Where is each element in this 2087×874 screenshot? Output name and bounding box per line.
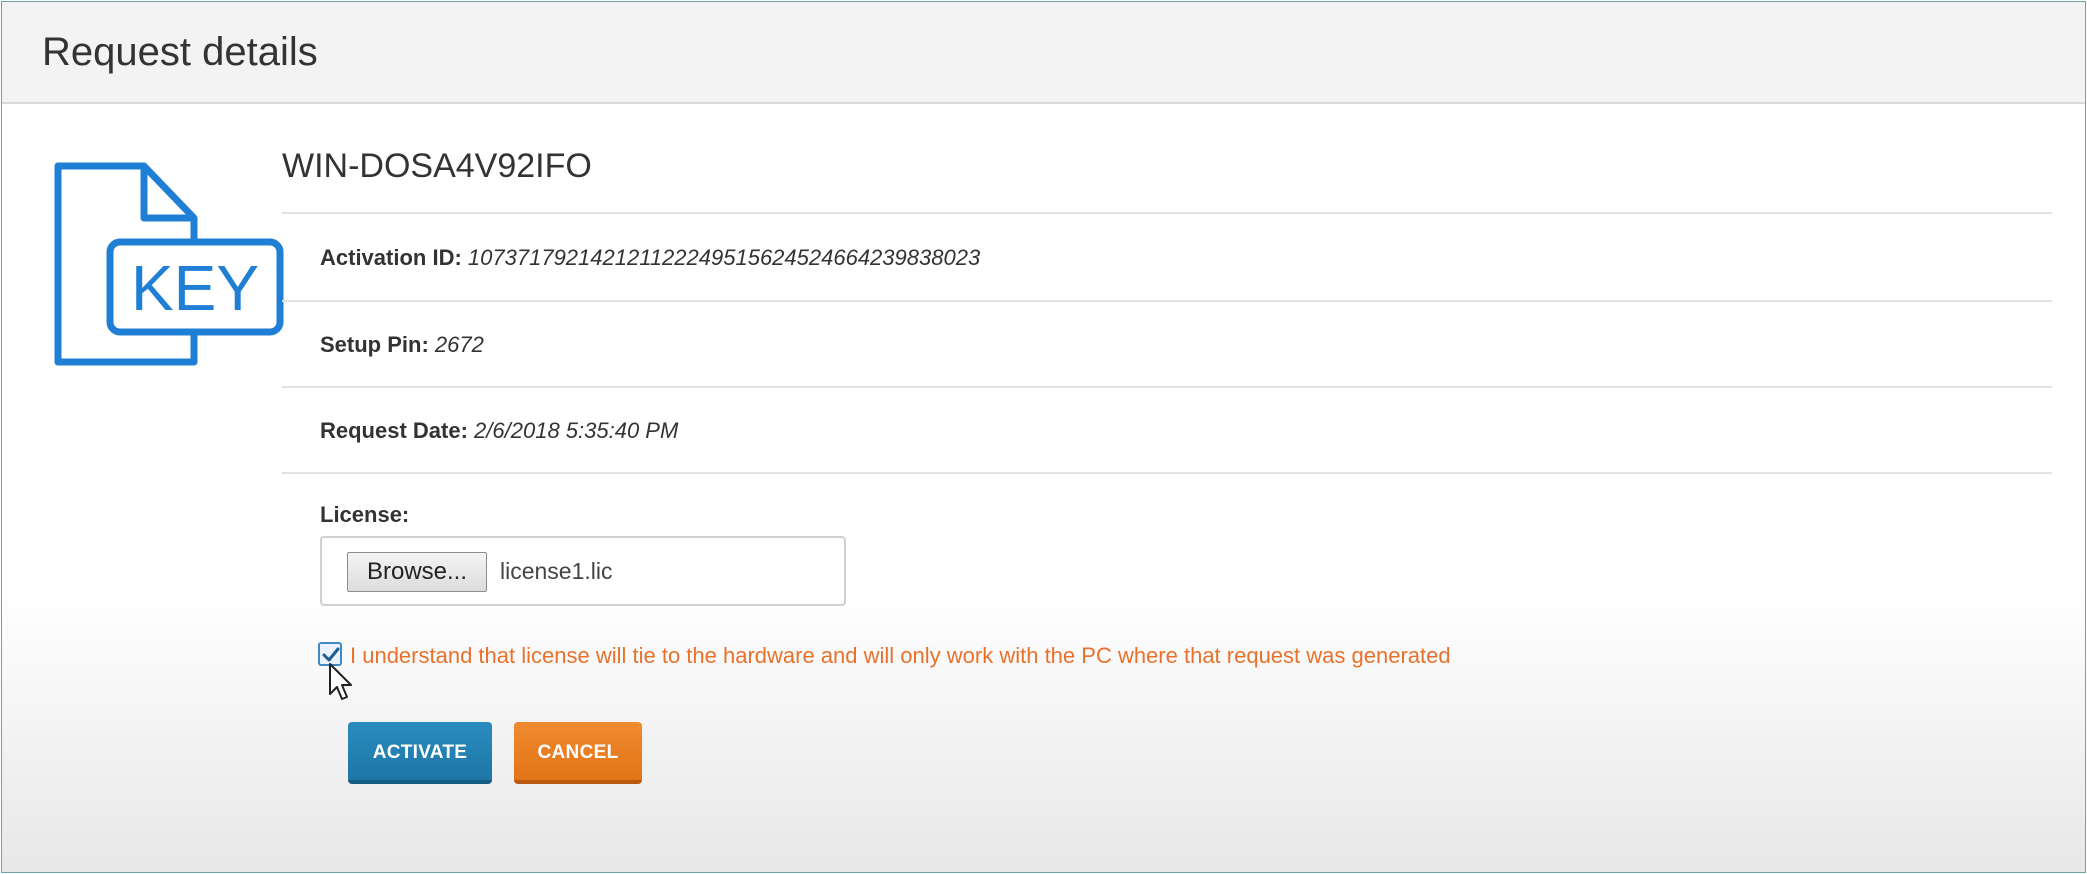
key-icon-label: KEY xyxy=(131,252,259,324)
request-details-panel: Request details KEY WIN-DOSA4V92IFO Acti… xyxy=(1,1,2086,873)
key-file-icon: KEY xyxy=(54,162,286,372)
request-date-value: 2/6/2018 5:35:40 PM xyxy=(474,418,679,443)
page-title: Request details xyxy=(42,30,318,74)
divider xyxy=(282,300,2052,302)
license-file-input[interactable]: Browse... license1.lic xyxy=(320,536,846,606)
mouse-pointer-icon xyxy=(328,662,354,702)
activation-id-row: Activation ID: 1073717921421211222495156… xyxy=(320,245,980,271)
request-date-row: Request Date: 2/6/2018 5:35:40 PM xyxy=(320,418,678,444)
setup-pin-value: 2672 xyxy=(434,332,484,357)
machine-name: WIN-DOSA4V92IFO xyxy=(282,147,592,185)
selected-file-name: license1.lic xyxy=(500,558,613,584)
divider xyxy=(282,212,2052,214)
activation-id-label: Activation ID: xyxy=(320,245,462,270)
acknowledgement-text[interactable]: I understand that license will tie to th… xyxy=(350,643,1451,669)
request-date-label: Request Date: xyxy=(320,418,468,443)
divider xyxy=(282,386,2052,388)
license-label: License: xyxy=(320,502,410,527)
setup-pin-label: Setup Pin: xyxy=(320,332,429,357)
setup-pin-row: Setup Pin: 2672 xyxy=(320,332,484,358)
divider xyxy=(282,472,2052,474)
cancel-button[interactable]: CANCEL xyxy=(514,722,642,784)
activation-id-value: 1073717921421211222495156245246642398380… xyxy=(467,245,981,270)
activate-button[interactable]: ACTIVATE xyxy=(348,722,492,784)
browse-button[interactable]: Browse... xyxy=(347,552,487,592)
panel-header: Request details xyxy=(2,2,2085,104)
